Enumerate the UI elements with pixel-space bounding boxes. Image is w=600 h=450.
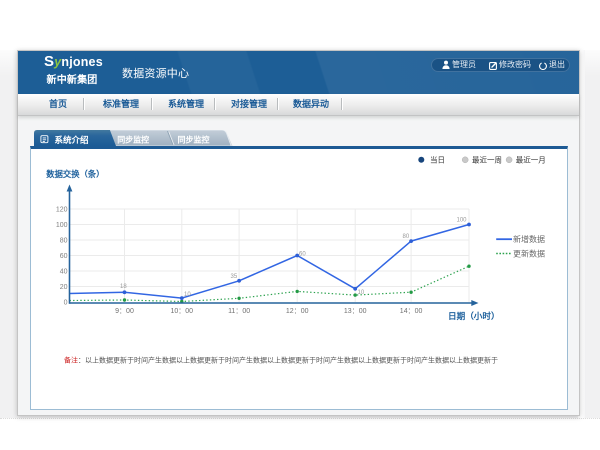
svg-text:20: 20 [60,284,68,291]
svg-text:10: 10 [358,290,365,296]
svg-text:系统介绍: 系统介绍 [55,135,90,145]
svg-text:80: 80 [60,238,68,245]
svg-text:最近一周: 最近一周 [472,155,502,165]
svg-text:13：00: 13：00 [344,308,367,315]
svg-text:0: 0 [64,300,68,307]
svg-text:60: 60 [299,252,306,258]
svg-text:60: 60 [60,253,68,260]
svg-text:10: 10 [184,292,191,298]
svg-text:数据交换（条）: 数据交换（条） [46,169,104,179]
svg-text:最近一月: 最近一月 [516,155,546,165]
svg-text:100: 100 [457,218,468,224]
svg-text:同步监控: 同步监控 [178,135,210,145]
svg-text:备注：以上数据更新于时间产生数据以上数据更新于时间产生数据以: 备注：以上数据更新于时间产生数据以上数据更新于时间产生数据以上数据更新于时间产生… [64,356,498,365]
svg-text:100: 100 [56,222,68,229]
svg-text:9：00: 9：00 [115,308,134,315]
svg-text:35: 35 [231,274,238,280]
svg-text:新增数据: 新增数据 [513,234,545,244]
svg-text:12：00: 12：00 [286,308,309,315]
svg-text:120: 120 [56,207,68,214]
svg-text:当日: 当日 [430,155,445,165]
svg-text:日期（小时）: 日期（小时） [448,310,500,321]
svg-text:同步监控: 同步监控 [117,135,149,145]
svg-text:更新数据: 更新数据 [513,248,545,258]
svg-text:14：00: 14：00 [400,308,423,315]
svg-text:18: 18 [120,284,127,290]
svg-text:80: 80 [403,234,410,240]
svg-text:40: 40 [60,269,68,276]
svg-text:10：00: 10：00 [171,308,194,315]
svg-text:11：00: 11：00 [228,308,250,315]
